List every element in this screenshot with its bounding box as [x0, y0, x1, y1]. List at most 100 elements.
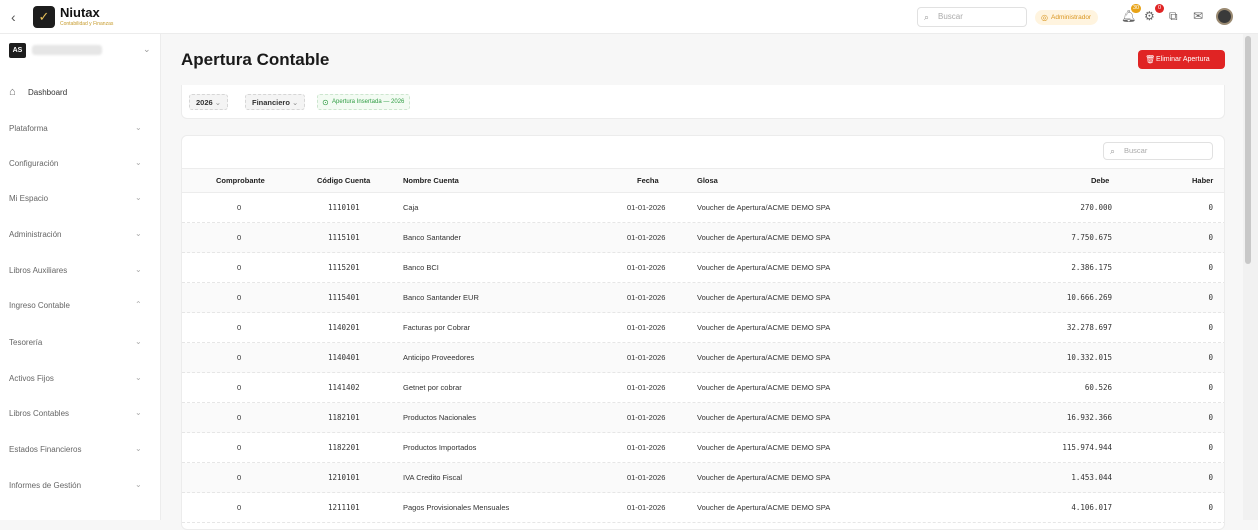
cell-debe: 4.106.017: [1071, 503, 1112, 512]
scrollbar-thumb[interactable]: [1245, 36, 1251, 264]
copy-icon[interactable]: ⧉: [1169, 9, 1178, 24]
cell-haber: 0: [1208, 323, 1213, 332]
table-row[interactable]: 0 1110101 Caja 01-01-2026 Voucher de Apertur…: [182, 193, 1224, 223]
table-row[interactable]: 0 1182101 Productos Nacionales 01-01-2026 Vo…: [182, 403, 1224, 433]
sidebar-item-ingreso-contable[interactable]: Ingreso Contable ⌃: [9, 297, 153, 317]
cell-codigo-cuenta: 1210101: [328, 473, 360, 482]
cell-nombre-cuenta: Anticipo Proveedores: [403, 353, 475, 362]
global-search-placeholder: Buscar: [938, 12, 963, 21]
status-label: Apertura Insertada — 2026: [332, 99, 405, 105]
column-header-haber[interactable]: Haber: [1192, 169, 1213, 192]
cell-debe: 32.278.697: [1066, 323, 1112, 332]
cell-codigo-cuenta: 1115101: [328, 233, 360, 242]
table-row[interactable]: 0 1115401 Banco Santander EUR 01-01-2026 Vou…: [182, 283, 1224, 313]
type-select[interactable]: Financiero ⌄: [245, 94, 306, 110]
chevron-down-icon: ⌄: [135, 158, 142, 167]
sidebar-item-label: Plataforma: [9, 124, 48, 133]
cell-glosa: Voucher de Apertura/ACME DEMO SPA: [697, 413, 831, 422]
cell-glosa: Voucher de Apertura/ACME DEMO SPA: [697, 233, 831, 242]
cell-debe: 7.750.675: [1071, 233, 1112, 242]
sidebar-item-plataforma[interactable]: Plataforma ⌄: [9, 120, 153, 140]
cell-comprobante: 0: [237, 443, 242, 452]
table-row[interactable]: 0 1141402 Getnet por cobrar 01-01-2026 Vouch…: [182, 373, 1224, 403]
chevron-down-icon: ⌄: [135, 337, 142, 346]
cell-debe: 16.932.366: [1066, 413, 1112, 422]
cell-debe: 1.453.044: [1071, 473, 1112, 482]
notification-count-badge: 30: [1131, 4, 1142, 13]
table-row[interactable]: 0 1210101 IVA Credito Fiscal 01-01-2026 Vouc…: [182, 463, 1224, 493]
mail-icon[interactable]: ✉: [1193, 9, 1203, 23]
sidebar-item-mi-espacio[interactable]: Mi Espacio ⌄: [9, 190, 153, 210]
cell-fecha: 01-01-2026: [627, 233, 666, 242]
table-row[interactable]: 0 1140401 Anticipo Proveedores 01-01-2026 Vo…: [182, 343, 1224, 373]
sidebar-item-label: Dashboard: [28, 88, 68, 97]
cell-comprobante: 0: [237, 323, 242, 332]
home-icon: ⌂: [9, 86, 16, 98]
sidebar-item-libros-auxiliares[interactable]: Libros Auxiliares ⌄: [9, 262, 153, 282]
cell-fecha: 01-01-2026: [627, 293, 666, 302]
cell-fecha: 01-01-2026: [627, 473, 666, 482]
table-row[interactable]: 0 1140201 Facturas por Cobrar 01-01-2026 Vou…: [182, 313, 1224, 343]
settings-count-badge: 0: [1155, 4, 1164, 13]
user-avatar[interactable]: [1216, 8, 1233, 25]
sidebar-item-label: Activos Fijos: [9, 374, 54, 383]
logo-icon: ✓: [33, 6, 55, 28]
page-title: Apertura Contable: [181, 50, 330, 69]
cell-glosa: Voucher de Apertura/ACME DEMO SPA: [697, 503, 831, 512]
cell-comprobante: 0: [237, 473, 242, 482]
delete-opening-button[interactable]: 🗑︎ Eliminar Apertura: [1138, 50, 1225, 69]
cell-fecha: 01-01-2026: [627, 443, 666, 452]
sidebar-item-label: Informes de Gestión: [9, 481, 82, 490]
cell-nombre-cuenta: Pagos Provisionales Mensuales: [403, 503, 510, 512]
sidebar-item-configuracion[interactable]: Configuración ⌄: [9, 155, 153, 175]
column-header-codigo-cuenta[interactable]: Código Cuenta: [317, 169, 370, 192]
cell-fecha: 01-01-2026: [627, 503, 666, 512]
gear-icon[interactable]: ⚙: [1144, 9, 1155, 23]
cell-fecha: 01-01-2026: [627, 203, 666, 212]
column-header-fecha[interactable]: Fecha: [637, 169, 659, 192]
cell-haber: 0: [1208, 203, 1213, 212]
column-header-nombre-cuenta[interactable]: Nombre Cuenta: [403, 169, 459, 192]
table-row[interactable]: 0 1182201 Productos Importados 01-01-2026 Vo…: [182, 433, 1224, 463]
cell-glosa: Voucher de Apertura/ACME DEMO SPA: [697, 263, 831, 272]
chevron-down-icon: ⌄: [135, 373, 142, 382]
cell-glosa: Voucher de Apertura/ACME DEMO SPA: [697, 323, 831, 332]
sidebar-item-activos-fijos[interactable]: Activos Fijos ⌄: [9, 370, 153, 390]
shield-icon: ◎: [1041, 13, 1048, 22]
role-badge[interactable]: ◎ Administrador: [1035, 10, 1099, 25]
cell-codigo-cuenta: 1110101: [328, 203, 360, 212]
cell-nombre-cuenta: Productos Nacionales: [403, 413, 476, 422]
sidebar-item-label: Administración: [9, 230, 62, 239]
table-card: ⌕ Buscar Comprobante Código Cuenta Nombr…: [181, 135, 1225, 530]
status-badge: ⊙ Apertura Insertada — 2026: [317, 94, 411, 110]
cell-debe: 2.386.175: [1071, 263, 1112, 272]
table-row[interactable]: 0 1115201 Banco BCI 01-01-2026 Voucher de Ap…: [182, 253, 1224, 283]
table-header: Comprobante Código Cuenta Nombre Cuenta …: [182, 168, 1224, 193]
column-header-glosa[interactable]: Glosa: [697, 169, 718, 192]
chevron-left-icon[interactable]: ‹: [11, 9, 16, 25]
global-search-input[interactable]: ⌕ Buscar: [917, 7, 1027, 27]
cell-comprobante: 0: [237, 203, 242, 212]
sidebar-item-administracion[interactable]: Administración ⌄: [9, 226, 153, 246]
top-bar: ‹ ✓ Niutax Contabilidad y Finanzas ⌕ Bus…: [0, 0, 1258, 34]
cell-haber: 0: [1208, 413, 1213, 422]
sidebar-item-dashboard[interactable]: ⌂ Dashboard: [9, 84, 153, 104]
table-search-input[interactable]: ⌕ Buscar: [1103, 142, 1213, 160]
sidebar-item-estados-financieros[interactable]: Estados Financieros ⌄: [9, 441, 153, 461]
cell-glosa: Voucher de Apertura/ACME DEMO SPA: [697, 473, 831, 482]
cell-haber: 0: [1208, 293, 1213, 302]
cell-debe: 10.332.015: [1066, 353, 1112, 362]
sidebar-item-libros-contables[interactable]: Libros Contables ⌄: [9, 405, 153, 425]
table-row[interactable]: 0 1115101 Banco Santander 01-01-2026 Voucher…: [182, 223, 1224, 253]
column-header-comprobante[interactable]: Comprobante: [216, 169, 265, 192]
sidebar-item-tesoreria[interactable]: Tesorería ⌄: [9, 334, 153, 354]
workspace-initials: AS: [9, 43, 26, 58]
year-select[interactable]: 2026 ⌄: [189, 94, 229, 110]
cell-nombre-cuenta: Banco Santander EUR: [403, 293, 479, 302]
table-row[interactable]: 0 1211101 Pagos Provisionales Mensuales 01-…: [182, 493, 1224, 523]
sidebar-item-informes-gestion[interactable]: Informes de Gestión ⌄: [9, 477, 153, 497]
column-header-debe[interactable]: Debe: [1091, 169, 1109, 192]
chevron-down-icon: ⌄: [135, 480, 142, 489]
cell-debe: 270.000: [1080, 203, 1112, 212]
workspace-selector[interactable]: AS ⌄: [9, 43, 153, 63]
